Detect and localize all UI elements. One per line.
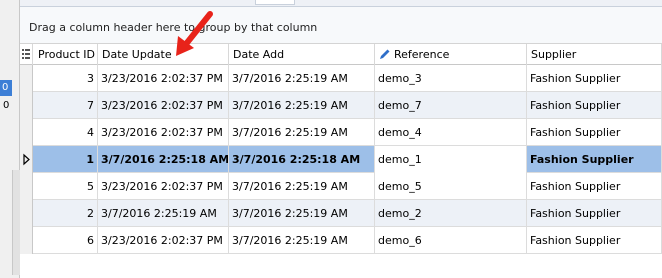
cell-supplier[interactable]: Fashion Supplier: [527, 119, 662, 146]
row-indicator[interactable]: [20, 200, 33, 227]
cell-product-id[interactable]: 2: [34, 200, 98, 227]
cell-date-update[interactable]: 3/23/2016 2:02:37 PM: [98, 92, 229, 119]
cell-product-id[interactable]: 3: [34, 65, 98, 92]
cell-reference[interactable]: demo_5: [375, 173, 527, 200]
grid-header: Product ID Date Update Date Add Referenc…: [20, 44, 662, 65]
cell-date-update[interactable]: 3/7/2016 2:25:18 AM: [98, 146, 229, 173]
column-chooser-icon[interactable]: [20, 44, 33, 65]
cell-date-add[interactable]: 3/7/2016 2:25:19 AM: [229, 92, 375, 119]
row-indicator[interactable]: [20, 173, 33, 200]
cell-product-id[interactable]: 4: [34, 119, 98, 146]
row-indicator[interactable]: [20, 146, 33, 173]
table-row[interactable]: 3 3/23/2016 2:02:37 PM 3/7/2016 2:25:19 …: [20, 65, 662, 92]
table-row-selected[interactable]: 1 3/7/2016 2:25:18 AM 3/7/2016 2:25:18 A…: [20, 146, 662, 173]
cell-product-id[interactable]: 7: [34, 92, 98, 119]
left-panel: 0 0: [0, 0, 20, 278]
cell-date-add[interactable]: 3/7/2016 2:25:19 AM: [229, 65, 375, 92]
cell-reference[interactable]: demo_3: [375, 65, 527, 92]
column-header-product-id[interactable]: Product ID: [34, 44, 98, 65]
cell-date-add[interactable]: 3/7/2016 2:25:19 AM: [229, 173, 375, 200]
column-header-date-add[interactable]: Date Add: [229, 44, 375, 65]
cell-date-update[interactable]: 3/23/2016 2:02:37 PM: [98, 227, 229, 254]
current-row-icon: [23, 153, 30, 166]
cell-reference[interactable]: demo_6: [375, 227, 527, 254]
cell-date-update[interactable]: 3/23/2016 2:02:37 PM: [98, 173, 229, 200]
row-indicator[interactable]: [20, 227, 33, 254]
cell-reference-focused[interactable]: demo_1: [375, 146, 527, 173]
cell-supplier[interactable]: Fashion Supplier: [527, 173, 662, 200]
cell-date-add[interactable]: 3/7/2016 2:25:19 AM: [229, 200, 375, 227]
column-header-reference[interactable]: Reference: [375, 44, 527, 65]
annotation-arrow-icon: [176, 11, 213, 56]
table-row[interactable]: 7 3/23/2016 2:02:37 PM 3/7/2016 2:25:19 …: [20, 92, 662, 119]
left-scrollbar[interactable]: [12, 170, 20, 275]
cell-supplier[interactable]: Fashion Supplier: [527, 227, 662, 254]
cell-date-add[interactable]: 3/7/2016 2:25:19 AM: [229, 227, 375, 254]
cell-date-update[interactable]: 3/7/2016 2:25:19 AM: [98, 200, 229, 227]
cell-reference[interactable]: demo_2: [375, 200, 527, 227]
left-selected-value[interactable]: 0: [0, 80, 12, 96]
cell-date-update[interactable]: 3/23/2016 2:02:37 PM: [98, 65, 229, 92]
cell-date-update[interactable]: 3/23/2016 2:02:37 PM: [98, 119, 229, 146]
row-indicator[interactable]: [20, 119, 33, 146]
toolbar-input[interactable]: [255, 0, 295, 5]
row-indicator[interactable]: [20, 65, 33, 92]
group-by-panel[interactable]: Drag a column header here to group by th…: [20, 7, 662, 44]
cell-supplier[interactable]: Fashion Supplier: [527, 65, 662, 92]
cell-product-id[interactable]: 1: [34, 146, 98, 173]
column-header-supplier[interactable]: Supplier: [527, 44, 662, 65]
cell-reference[interactable]: demo_7: [375, 92, 527, 119]
table-row[interactable]: 5 3/23/2016 2:02:37 PM 3/7/2016 2:25:19 …: [20, 173, 662, 200]
cell-product-id[interactable]: 6: [34, 227, 98, 254]
cell-date-add[interactable]: 3/7/2016 2:25:19 AM: [229, 119, 375, 146]
table-row[interactable]: 4 3/23/2016 2:02:37 PM 3/7/2016 2:25:19 …: [20, 119, 662, 146]
cell-supplier[interactable]: Fashion Supplier: [527, 200, 662, 227]
cell-date-add[interactable]: 3/7/2016 2:25:18 AM: [229, 146, 375, 173]
grid-footer: [20, 261, 662, 278]
table-row[interactable]: 2 3/7/2016 2:25:19 AM 3/7/2016 2:25:19 A…: [20, 200, 662, 227]
cell-supplier[interactable]: Fashion Supplier: [527, 146, 662, 173]
cell-supplier[interactable]: Fashion Supplier: [527, 92, 662, 119]
cell-product-id[interactable]: 5: [34, 173, 98, 200]
cell-reference[interactable]: demo_4: [375, 119, 527, 146]
row-indicator[interactable]: [20, 92, 33, 119]
table-row[interactable]: 6 3/23/2016 2:02:37 PM 3/7/2016 2:25:19 …: [20, 227, 662, 254]
toolbar: [20, 0, 662, 7]
left-value: 0: [3, 100, 10, 111]
pencil-icon: [380, 49, 390, 59]
